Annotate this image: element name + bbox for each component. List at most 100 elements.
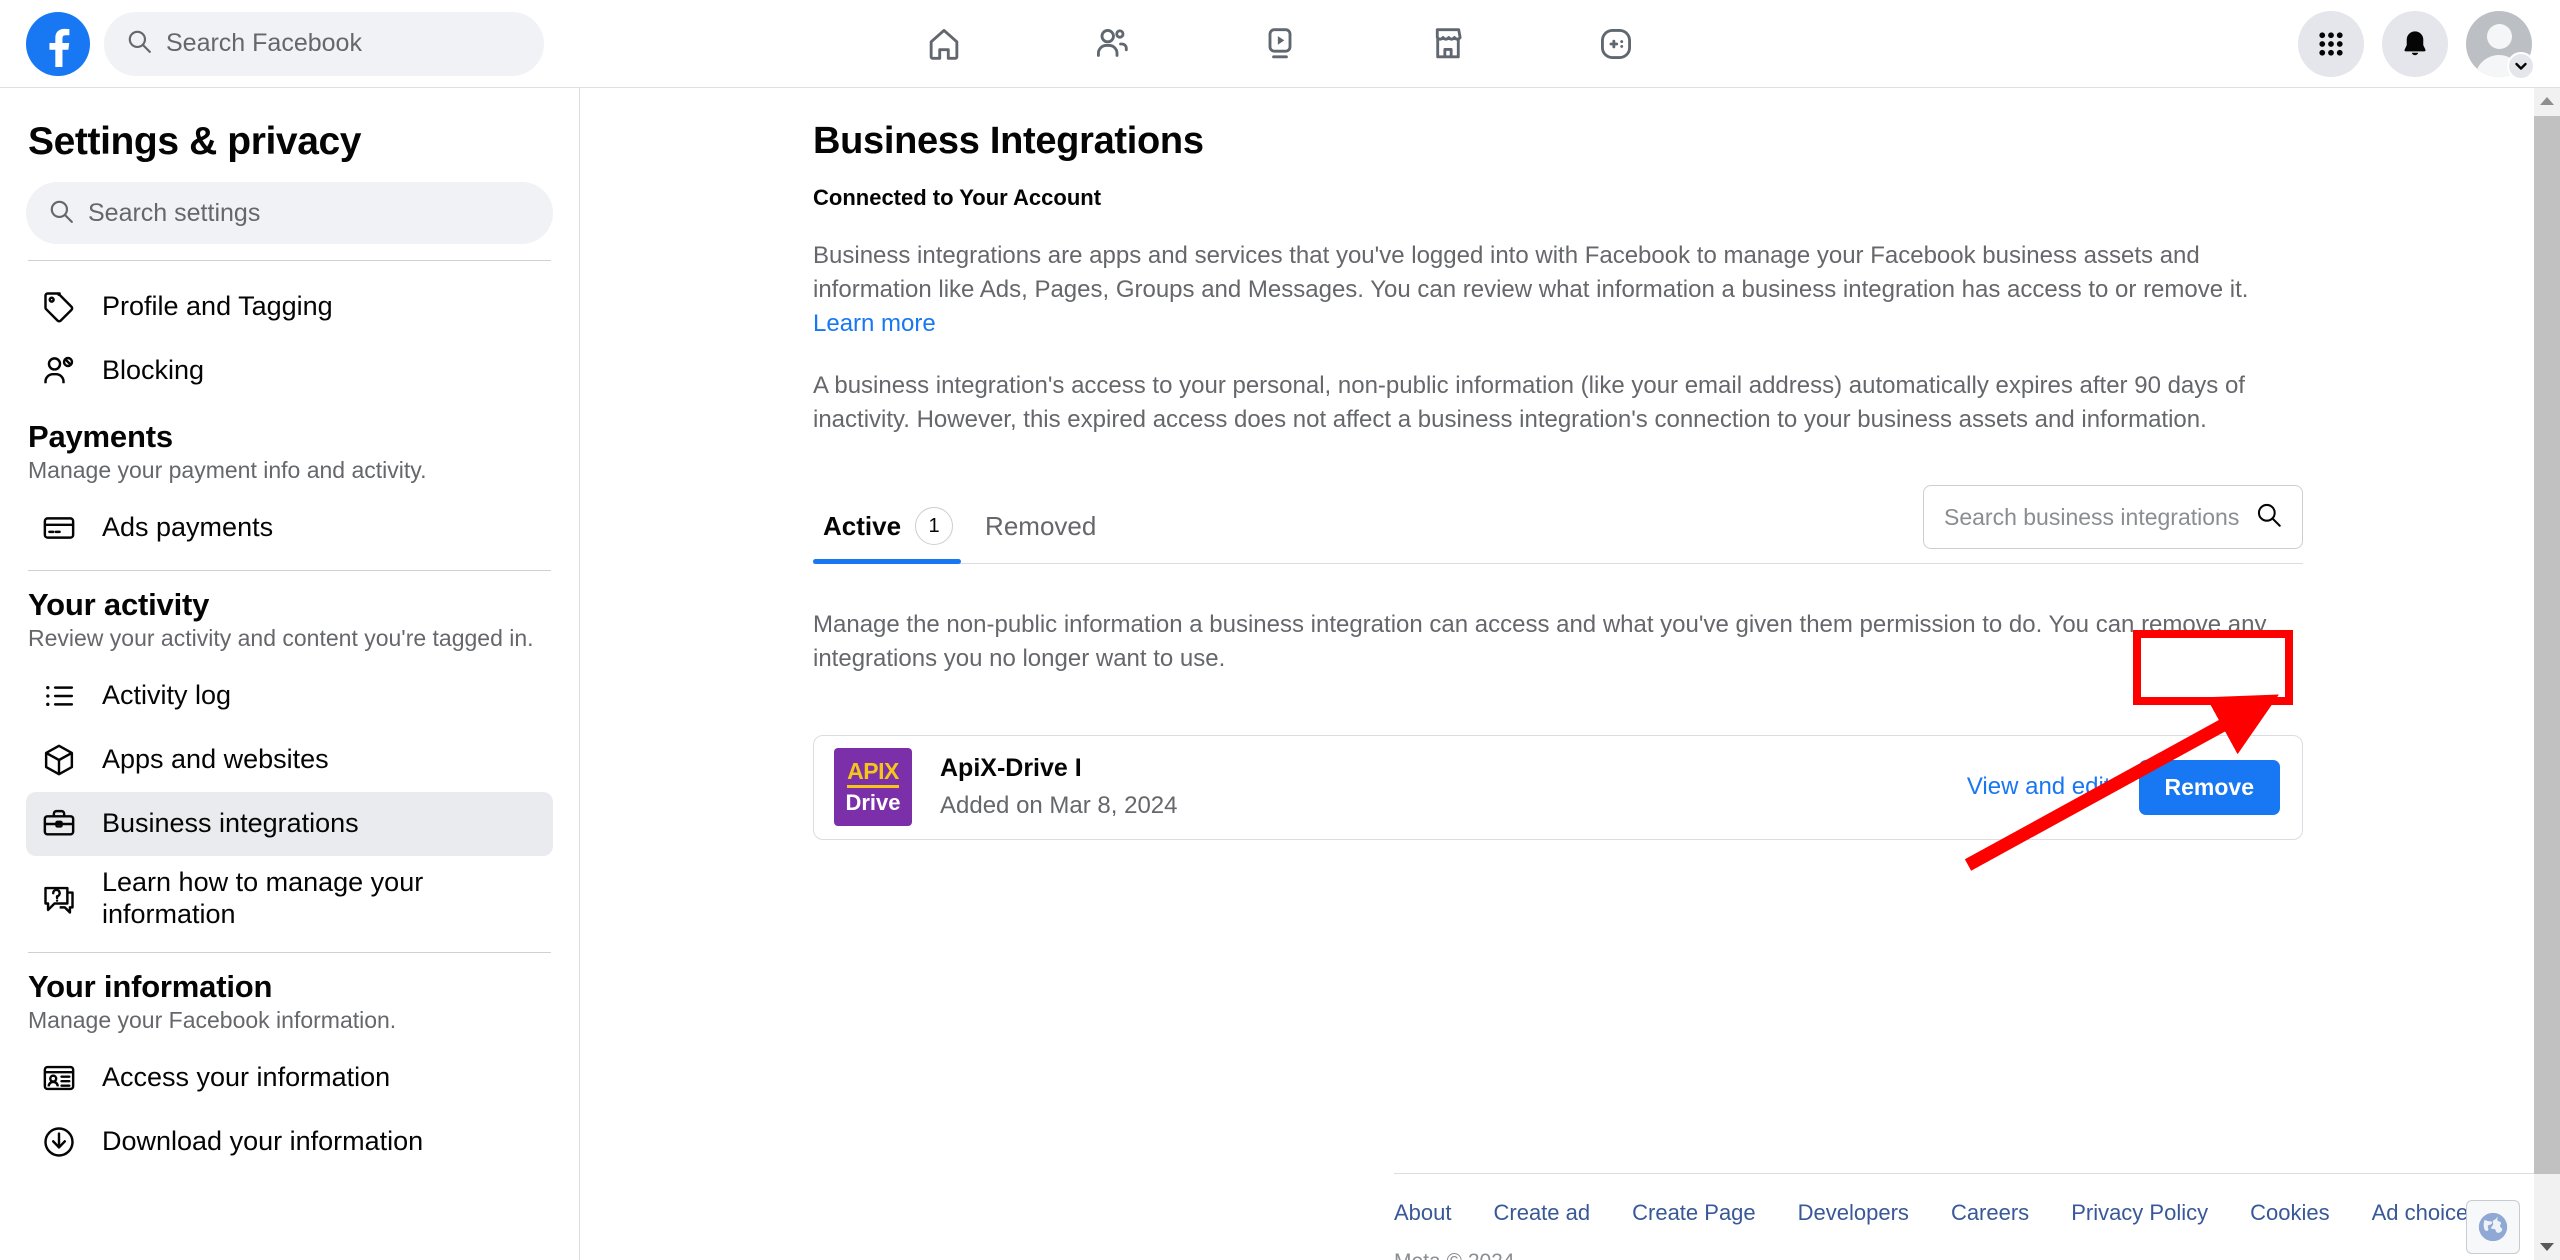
credit-card-icon [38, 507, 80, 549]
sidebar-item-apps-and-websites[interactable]: Apps and websites [26, 728, 553, 792]
briefcase-icon [38, 803, 80, 845]
sidebar-item-label: Profile and Tagging [102, 291, 333, 322]
footer-link-create-page[interactable]: Create Page [1632, 1200, 1756, 1226]
manage-description: Manage the non-public information a busi… [813, 611, 2267, 673]
divider [28, 570, 551, 571]
copyright-text: Meta © 2024 [1394, 1250, 2536, 1260]
footer-link-careers[interactable]: Careers [1951, 1200, 2029, 1226]
sidebar-item-label: Download your information [102, 1125, 424, 1156]
intro-paragraph-1: Business integrations are apps and servi… [813, 239, 2303, 341]
search-icon [48, 198, 74, 229]
divider [1394, 1173, 2536, 1174]
marketplace-icon[interactable] [1411, 15, 1485, 73]
sidebar-item-label: Access your information [102, 1061, 391, 1092]
cube-icon [38, 739, 80, 781]
divider [28, 260, 551, 261]
list-icon [38, 675, 80, 717]
chevron-down-icon[interactable] [2507, 52, 2535, 80]
intro-paragraph-2: A business integration's access to your … [813, 372, 2245, 434]
bell-icon[interactable] [2382, 11, 2448, 77]
scrollbar-thumb[interactable] [2534, 116, 2560, 1174]
remove-button[interactable]: Remove [2138, 759, 2280, 815]
grid-menu-icon[interactable] [2298, 11, 2364, 77]
footer-link-ad-choices-label: Ad choices [2371, 1200, 2480, 1225]
tab-label: Active [823, 510, 902, 541]
tabs: Active 1 Removed [813, 507, 1118, 565]
table-row: APIX Drive ApiX-Drive I Added on Mar 8, … [813, 734, 2303, 840]
search-settings-input[interactable]: Search settings [26, 182, 553, 244]
globe-icon[interactable] [2466, 1200, 2520, 1254]
home-icon[interactable] [907, 15, 981, 73]
sidebar-item-label: Apps and websites [102, 744, 329, 775]
block-user-icon [38, 350, 80, 392]
tab-label: Removed [985, 510, 1097, 541]
search-settings-placeholder: Search settings [88, 198, 261, 227]
tab-removed[interactable]: Removed [975, 507, 1118, 563]
content-page-title: Business Integrations [813, 120, 1204, 162]
footer-link-about[interactable]: About [1394, 1200, 1452, 1226]
sidebar-item-blocking[interactable]: Blocking [26, 339, 553, 403]
apix-drive-logo: APIX Drive [834, 748, 912, 827]
content-column: Business Integrations Connected to Your … [813, 88, 2303, 840]
search-icon [126, 28, 152, 59]
sidebar-item-label: Business integrations [102, 808, 359, 839]
sidebar-item-label: Activity log [102, 680, 232, 711]
page-title: Settings & privacy [28, 120, 362, 163]
question-bubble-icon [38, 878, 80, 920]
tag-icon [38, 286, 80, 328]
sidebar-item-ads-payments[interactable]: Ads payments [26, 496, 553, 560]
integration-added-date: Added on Mar 8, 2024 [940, 792, 1178, 820]
section-subtitle-your-information: Manage your Facebook information. [28, 1006, 397, 1033]
scroll-up-arrow-icon[interactable] [2534, 88, 2560, 114]
sidebar-item-label: Blocking [102, 355, 205, 386]
integration-actions: View and edit Remove [1967, 759, 2280, 815]
integration-info: ApiX-Drive I Added on Mar 8, 2024 [940, 754, 1178, 820]
section-subtitle-payments: Manage your payment info and activity. [28, 457, 427, 483]
sidebar-item-profile-and-tagging[interactable]: Profile and Tagging [26, 275, 553, 339]
footer-link-cookies[interactable]: Cookies [2250, 1200, 2329, 1226]
main-content: Business Integrations Connected to Your … [581, 88, 2536, 1260]
content-page-subtitle: Connected to Your Account [813, 185, 1102, 210]
section-subtitle-your-activity: Review your activity and content you're … [28, 625, 534, 651]
topbar-right-group [2298, 0, 2535, 88]
avatar[interactable] [2466, 11, 2535, 80]
sidebar-item-label: Learn how to manage your information [102, 867, 424, 929]
section-title-your-activity: Your activity [28, 587, 210, 622]
download-icon [38, 1121, 80, 1163]
search-facebook-input[interactable]: Search Facebook [104, 11, 544, 76]
learn-more-link[interactable]: Learn more [813, 310, 936, 337]
search-placeholder-text: Search Facebook [166, 29, 362, 57]
logo-text-bottom: Drive [845, 790, 901, 816]
section-title-payments: Payments [28, 419, 173, 454]
avatar-head [2486, 24, 2512, 49]
settings-sidebar: Settings & privacy Search settings Profi… [0, 88, 580, 1260]
tabs-row: Active 1 Removed Search business integra… [813, 485, 2303, 565]
section-title-your-information: Your information [28, 968, 273, 1004]
scroll-down-arrow-icon[interactable] [2534, 1234, 2560, 1260]
view-and-edit-link[interactable]: View and edit [1967, 773, 2111, 801]
friends-icon[interactable] [1075, 15, 1149, 73]
sidebar-item-download-your-information[interactable]: Download your information [26, 1110, 553, 1174]
intro-paragraph-1-text: Business integrations are apps and servi… [813, 242, 2249, 304]
search-icon [2255, 501, 2282, 533]
footer-link-privacy-policy[interactable]: Privacy Policy [2071, 1200, 2208, 1226]
search-business-integrations-input[interactable]: Search business integrations [1923, 485, 2303, 550]
tab-active[interactable]: Active 1 [813, 507, 975, 565]
video-icon[interactable] [1243, 15, 1317, 73]
sidebar-item-business-integrations[interactable]: Business integrations [26, 792, 553, 856]
footer-link-create-ad[interactable]: Create ad [1494, 1200, 1591, 1226]
status-badge: 1 [915, 507, 954, 546]
sidebar-item-label: Ads payments [102, 512, 274, 543]
vertical-scrollbar[interactable] [2534, 88, 2560, 1260]
top-navigation-bar: Search Facebook [0, 0, 2560, 88]
footer-links: About Create ad Create Page Developers C… [1394, 1200, 2536, 1226]
footer-link-developers[interactable]: Developers [1798, 1200, 1909, 1226]
topbar-left-group: Search Facebook [0, 11, 544, 76]
sidebar-item-activity-log[interactable]: Activity log [26, 664, 553, 728]
groups-icon[interactable] [1579, 15, 1653, 73]
divider [28, 951, 551, 953]
facebook-logo[interactable] [26, 11, 90, 76]
logo-text-top: APIX [847, 760, 899, 789]
sidebar-item-learn-how-to-manage-your-information[interactable]: Learn how to manage your information [26, 856, 553, 942]
sidebar-item-access-your-information[interactable]: Access your information [26, 1046, 553, 1110]
